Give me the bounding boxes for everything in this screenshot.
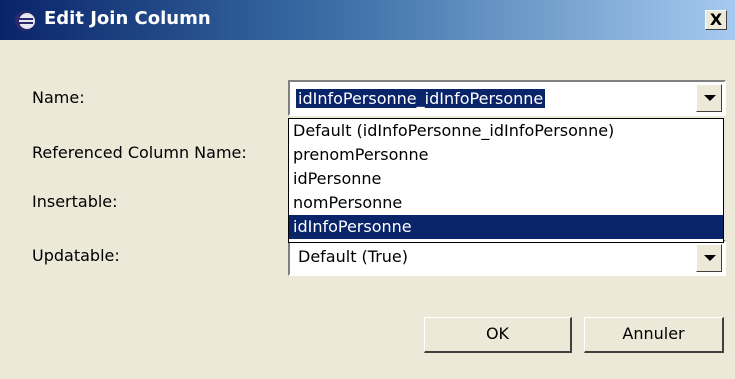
name-combo-value: idInfoPersonne_idInfoPersonne: [296, 89, 546, 108]
name-label: Name:: [32, 88, 85, 107]
updatable-combo-value: Default (True): [298, 247, 409, 266]
close-button[interactable]: X: [705, 10, 727, 30]
close-icon: X: [709, 10, 723, 29]
eclipse-icon: [15, 11, 35, 31]
updatable-combo-dropdown-button[interactable]: [696, 244, 722, 272]
name-dropdown-list[interactable]: Default (idInfoPersonne_idInfoPersonne) …: [288, 118, 724, 243]
name-combo-dropdown-button[interactable]: [696, 84, 722, 112]
title-bar[interactable]: Edit Join Column X: [0, 0, 735, 40]
name-combo[interactable]: idInfoPersonne_idInfoPersonne: [288, 80, 726, 116]
chevron-down-icon: [704, 95, 716, 101]
dropdown-item[interactable]: idPersonne: [289, 167, 723, 191]
updatable-combo[interactable]: Default (True): [288, 240, 726, 276]
dropdown-item[interactable]: prenomPersonne: [289, 143, 723, 167]
insertable-label: Insertable:: [32, 192, 118, 211]
dialog-title: Edit Join Column: [44, 8, 211, 29]
cancel-button[interactable]: Annuler: [584, 317, 724, 353]
ok-button[interactable]: OK: [424, 317, 572, 353]
edit-join-column-dialog: Edit Join Column X Name: idInfoPersonne_…: [0, 0, 735, 379]
dropdown-item-highlighted[interactable]: idInfoPersonne: [289, 215, 723, 239]
dropdown-item[interactable]: nomPersonne: [289, 191, 723, 215]
referenced-column-name-label: Referenced Column Name:: [32, 143, 247, 162]
dropdown-item[interactable]: Default (idInfoPersonne_idInfoPersonne): [289, 119, 723, 143]
chevron-down-icon: [704, 255, 716, 261]
updatable-label: Updatable:: [32, 246, 120, 265]
